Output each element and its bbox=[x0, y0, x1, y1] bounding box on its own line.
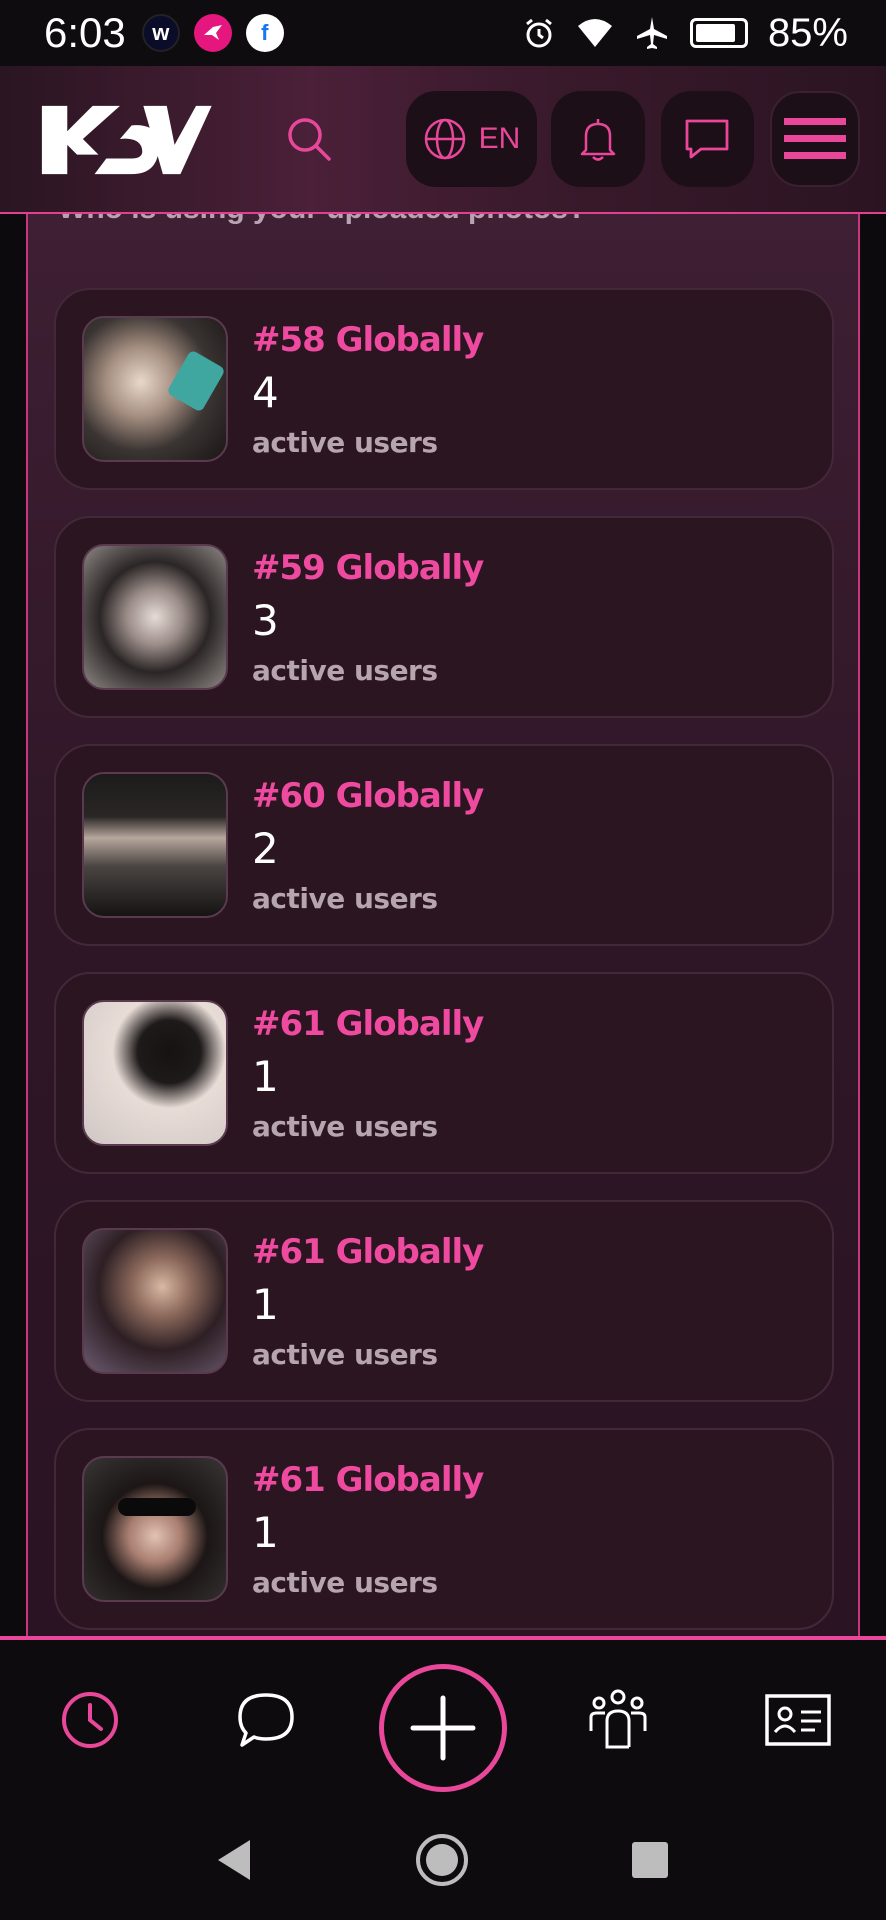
active-user-count: 1 bbox=[252, 1508, 279, 1557]
ranking-card[interactable]: #58 Globally 4 active users bbox=[54, 288, 834, 490]
status-bar: 6:03 w f 85% bbox=[0, 0, 886, 66]
wifi-icon bbox=[577, 19, 612, 47]
profile-photo bbox=[82, 1456, 228, 1602]
profile-photo bbox=[82, 316, 228, 462]
message-icon bbox=[685, 119, 729, 159]
ranking-card[interactable]: #60 Globally 2 active users bbox=[54, 744, 834, 946]
home-circle-icon bbox=[416, 1834, 468, 1886]
hamburger-icon bbox=[784, 118, 847, 159]
search-icon bbox=[288, 118, 331, 161]
search-button[interactable] bbox=[280, 109, 339, 169]
active-users-label: active users bbox=[252, 654, 438, 687]
notifications-button[interactable] bbox=[550, 91, 645, 187]
webtoon-app-icon: w bbox=[141, 14, 180, 52]
chat-bubble-icon bbox=[238, 1693, 294, 1747]
nav-profile-card[interactable] bbox=[758, 1680, 838, 1760]
nav-recent[interactable] bbox=[50, 1680, 130, 1760]
active-users-label: active users bbox=[252, 426, 438, 459]
ranking-card[interactable]: #61 Globally 1 active users bbox=[54, 972, 834, 1174]
status-app-icons: w f bbox=[141, 14, 284, 52]
active-users-label: active users bbox=[252, 1110, 438, 1143]
active-users-label: active users bbox=[252, 882, 438, 915]
content-panel: Who is using your uploaded photos? #58 G… bbox=[26, 214, 860, 1636]
global-rank: #60 Globally bbox=[252, 776, 484, 816]
add-icon bbox=[410, 1695, 476, 1761]
active-user-count: 1 bbox=[252, 1052, 279, 1101]
active-user-count: 3 bbox=[252, 596, 279, 645]
bird-app-icon bbox=[193, 14, 232, 52]
airplane-icon bbox=[636, 17, 667, 49]
profile-photo bbox=[82, 1000, 228, 1146]
add-button[interactable] bbox=[379, 1664, 507, 1792]
language-button[interactable]: EN bbox=[406, 91, 537, 187]
profile-photo bbox=[82, 1228, 228, 1374]
section-description: Who is using your uploaded photos? bbox=[58, 214, 586, 226]
active-user-count: 4 bbox=[252, 368, 279, 417]
globe-icon bbox=[424, 118, 465, 160]
battery-percent: 85% bbox=[767, 10, 848, 55]
home-button[interactable] bbox=[410, 1828, 474, 1892]
facebook-app-icon: f bbox=[245, 14, 284, 52]
nav-community[interactable] bbox=[578, 1680, 658, 1760]
alarm-icon bbox=[526, 18, 552, 48]
global-rank: #59 Globally bbox=[252, 548, 484, 588]
global-rank: #61 Globally bbox=[252, 1232, 484, 1272]
messages-button[interactable] bbox=[660, 91, 755, 187]
language-label: EN bbox=[478, 122, 521, 155]
bell-icon bbox=[580, 119, 615, 161]
profile-photo bbox=[82, 772, 228, 918]
back-triangle-icon bbox=[218, 1840, 250, 1880]
recents-square-icon bbox=[632, 1842, 668, 1878]
id-card-icon bbox=[765, 1694, 831, 1746]
global-rank: #58 Globally bbox=[252, 320, 484, 360]
global-rank: #61 Globally bbox=[252, 1004, 484, 1044]
android-navigation-bar bbox=[0, 1802, 886, 1920]
people-icon bbox=[589, 1689, 647, 1749]
nav-chat[interactable] bbox=[226, 1680, 306, 1760]
clock-icon bbox=[62, 1692, 118, 1748]
status-indicators: 85% bbox=[522, 11, 848, 56]
profile-photo bbox=[82, 544, 228, 690]
status-time: 6:03 bbox=[44, 9, 126, 56]
active-user-count: 1 bbox=[252, 1280, 279, 1329]
ranking-card[interactable]: #59 Globally 3 active users bbox=[54, 516, 834, 718]
kv-logo[interactable] bbox=[38, 97, 214, 181]
battery-icon bbox=[689, 18, 748, 48]
menu-button[interactable] bbox=[770, 91, 860, 187]
ranking-card[interactable]: #61 Globally 1 active users bbox=[54, 1428, 834, 1630]
active-users-label: active users bbox=[252, 1566, 438, 1599]
bottom-navigation bbox=[0, 1636, 886, 1802]
active-users-label: active users bbox=[252, 1338, 438, 1371]
global-rank: #61 Globally bbox=[252, 1460, 484, 1500]
app-header: EN bbox=[0, 66, 886, 214]
recents-button[interactable] bbox=[618, 1828, 682, 1892]
ranking-card[interactable]: #61 Globally 1 active users bbox=[54, 1200, 834, 1402]
back-button[interactable] bbox=[202, 1828, 266, 1892]
active-user-count: 2 bbox=[252, 824, 279, 873]
